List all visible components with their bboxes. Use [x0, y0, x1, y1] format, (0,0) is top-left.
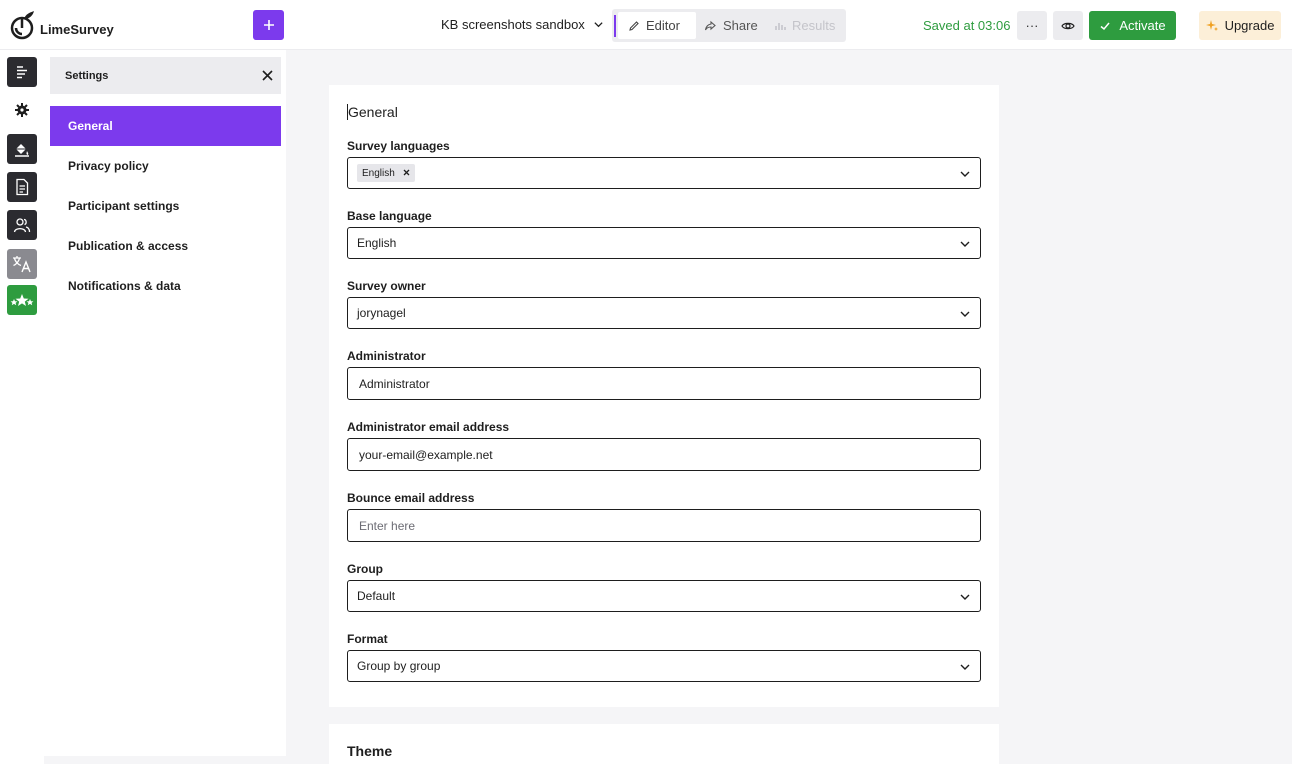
theme-section-title: Theme [347, 743, 393, 759]
general-settings-card: General Survey languages English Base la… [329, 85, 999, 707]
format-select[interactable]: Group by group [347, 650, 981, 682]
survey-languages-label: Survey languages [347, 139, 450, 153]
panel-header: Settings [50, 57, 281, 94]
nav-item-participant-settings[interactable]: Participant settings [50, 186, 281, 226]
admin-email-label: Administrator email address [347, 420, 510, 434]
translate-icon [13, 256, 31, 273]
format-label: Format [347, 632, 388, 646]
nav-item-label: Notifications & data [68, 279, 181, 293]
chevron-down-icon [594, 22, 603, 28]
bounce-email-input[interactable]: Enter here [347, 509, 981, 542]
admin-email-value: your-email@example.net [359, 447, 493, 462]
app-name: LimeSurvey [40, 21, 114, 37]
format-value: Group by group [357, 659, 441, 673]
more-icon: ··· [1025, 18, 1039, 33]
bar-chart-icon [775, 22, 786, 30]
chevron-down-icon [960, 171, 970, 177]
document-icon [16, 178, 29, 196]
chevron-down-icon [960, 664, 970, 670]
settings-panel: Settings General Privacy policy Particip… [44, 50, 286, 756]
more-options-button[interactable]: ··· [1017, 11, 1047, 40]
survey-title: KB screenshots sandbox [441, 17, 585, 32]
plus-icon [263, 20, 274, 30]
nav-item-notifications-data[interactable]: Notifications & data [50, 266, 281, 306]
survey-owner-value: jorynagel [357, 306, 406, 320]
bounce-email-label: Bounce email address [347, 491, 475, 505]
chevron-down-icon [960, 594, 970, 600]
admin-email-input[interactable]: your-email@example.net [347, 438, 981, 471]
settings-icon [15, 103, 29, 117]
tab-results-label: Results [792, 18, 836, 33]
participants-icon [13, 218, 31, 233]
share-icon [704, 20, 716, 30]
administrator-label: Administrator [347, 349, 426, 363]
tab-results[interactable]: Results [764, 12, 845, 39]
nav-item-label: Privacy policy [68, 159, 149, 173]
tab-editor-label: Editor [646, 18, 680, 33]
theme-settings-card: Theme [329, 724, 999, 764]
close-icon [403, 169, 410, 176]
bounce-email-placeholder: Enter here [359, 518, 416, 533]
close-icon [262, 69, 273, 81]
activate-button[interactable]: Activate [1089, 11, 1176, 40]
administrator-input[interactable]: Administrator [347, 367, 981, 400]
structure-icon [17, 66, 27, 79]
panel-title: Settings [65, 69, 109, 82]
survey-title-dropdown[interactable]: KB screenshots sandbox [441, 17, 604, 32]
ratings-icon [10, 294, 34, 306]
tab-share[interactable]: Share [694, 12, 768, 39]
rail-translate[interactable] [7, 249, 37, 279]
sparkle-icon [1205, 20, 1218, 31]
rail-ratings[interactable] [7, 285, 37, 315]
close-panel-button[interactable] [262, 68, 273, 84]
administrator-value: Administrator [359, 376, 430, 391]
group-select[interactable]: Default [347, 580, 981, 612]
rail-document[interactable] [7, 172, 37, 202]
rail-theme[interactable] [7, 134, 37, 164]
check-icon [1100, 22, 1110, 30]
base-language-select[interactable]: English [347, 227, 981, 259]
nav-item-label: Participant settings [68, 199, 180, 213]
add-button[interactable] [253, 10, 284, 40]
remove-chip-button[interactable] [403, 167, 410, 179]
rail-participants[interactable] [7, 210, 37, 240]
rail-settings[interactable] [7, 95, 37, 125]
theme-paint-icon [15, 144, 29, 157]
language-chip-label: English [362, 167, 395, 179]
limesurvey-logo-icon [10, 11, 34, 40]
section-title: General [347, 104, 398, 120]
chevron-down-icon [960, 241, 970, 247]
pencil-icon [629, 20, 639, 31]
upgrade-button[interactable]: Upgrade [1199, 11, 1281, 40]
saved-status: Saved at 03:06 [923, 18, 1011, 33]
eye-icon [1061, 22, 1075, 29]
upgrade-label: Upgrade [1224, 18, 1275, 33]
mode-indicator [614, 15, 616, 37]
rail-structure[interactable] [7, 57, 37, 87]
group-label: Group [347, 562, 383, 576]
survey-owner-label: Survey owner [347, 279, 426, 293]
preview-button[interactable] [1053, 11, 1083, 40]
base-language-value: English [357, 236, 397, 250]
icon-rail [0, 50, 44, 764]
tab-share-label: Share [723, 18, 758, 33]
group-value: Default [357, 589, 396, 603]
language-chip: English [357, 164, 415, 182]
app-logo[interactable]: LimeSurvey [10, 10, 114, 40]
nav-item-label: Publication & access [68, 239, 189, 253]
mode-switcher: Editor Share Results [612, 9, 846, 42]
nav-item-privacy-policy[interactable]: Privacy policy [50, 146, 281, 186]
nav-item-general[interactable]: General [50, 106, 281, 146]
base-language-label: Base language [347, 209, 432, 223]
nav-item-publication-access[interactable]: Publication & access [50, 226, 281, 266]
nav-item-label: General [68, 119, 113, 133]
chevron-down-icon [960, 311, 970, 317]
top-bar: LimeSurvey KB screenshots sandbox Editor… [0, 0, 1292, 50]
survey-languages-select[interactable]: English [347, 157, 981, 189]
activate-label: Activate [1119, 18, 1166, 33]
tab-editor[interactable]: Editor [618, 12, 696, 39]
survey-owner-select[interactable]: jorynagel [347, 297, 981, 329]
